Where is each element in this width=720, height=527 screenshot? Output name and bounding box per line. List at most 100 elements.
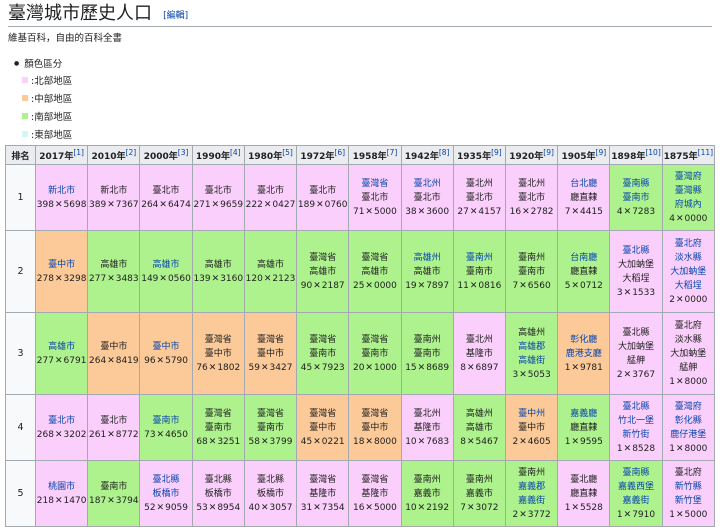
city-link[interactable]: 臺灣府 <box>675 400 702 414</box>
city-link[interactable]: 臺南縣 <box>623 177 650 191</box>
city-cell-content: 臺中市 278 ✕ 3298 <box>36 258 87 286</box>
city-link[interactable]: 新竹街 <box>623 428 650 442</box>
city-link[interactable]: 台北廳 <box>570 177 597 191</box>
reference-link[interactable]: [6] <box>334 148 345 157</box>
city-cell: 臺南縣 臺南市 4 ✕ 7283 <box>609 164 663 231</box>
reference-link[interactable]: [5] <box>282 148 293 157</box>
population-wan: 1 <box>616 509 623 520</box>
reference-link[interactable]: [10] <box>645 148 660 157</box>
reference-link[interactable]: [2] <box>126 148 137 157</box>
city-link[interactable]: 臺北府 <box>675 237 702 251</box>
city-link[interactable]: 桃園市 <box>48 480 75 494</box>
reference-link[interactable]: [9] <box>543 148 554 157</box>
city-link[interactable]: 臺南縣 <box>623 466 650 480</box>
city-link[interactable]: 臺南市 <box>623 191 650 205</box>
reference-link[interactable]: [9] <box>596 148 607 157</box>
city-link[interactable]: 新北市 <box>48 184 75 198</box>
city-link[interactable]: 臺南州 <box>466 251 493 265</box>
population-rest: 2782 <box>530 206 554 217</box>
city-link[interactable]: 嘉義西堡 <box>618 480 654 494</box>
city-name: 臺北市 <box>309 185 337 196</box>
city-link[interactable]: 臺中州 <box>518 407 545 421</box>
city-link[interactable]: 鹿仔港堡 <box>670 428 706 442</box>
city-link[interactable]: 大稻埕 <box>675 279 702 293</box>
city-link[interactable]: 大加蚋堡 <box>670 265 706 279</box>
city-name: 臺南市 <box>465 266 493 277</box>
city-name: 臺灣省 <box>256 408 284 419</box>
city-link[interactable]: 臺灣縣 <box>675 184 702 198</box>
population-rest: 3483 <box>115 273 139 284</box>
city-cell-content: 臺北市 261 ✕ 8772 <box>88 414 139 442</box>
reference-link[interactable]: [9] <box>491 148 502 157</box>
city-link[interactable]: 高雄市 <box>153 258 180 272</box>
reference-link[interactable]: [4] <box>230 148 241 157</box>
population-wan: 27 <box>457 206 469 217</box>
city-link[interactable]: 台南廳 <box>570 251 597 265</box>
reference-link[interactable]: [1] <box>73 148 84 157</box>
population-rest: 1470 <box>63 495 87 506</box>
column-header-year: 1990年[4] <box>191 145 245 165</box>
city-link[interactable]: 新竹縣 <box>675 480 702 494</box>
population-rest: 3772 <box>527 509 551 520</box>
edit-link[interactable]: [編輯] <box>163 11 188 21</box>
city-link[interactable]: 嘉義郡 <box>518 480 545 494</box>
reference-link[interactable]: [8] <box>439 148 450 157</box>
city-cell: 臺灣省 基隆市 31 ✕ 7354 <box>296 460 350 527</box>
city-link[interactable]: 臺灣府 <box>675 170 702 184</box>
city-link[interactable]: 臺中市 <box>153 340 180 354</box>
reference-link[interactable]: [3] <box>178 148 189 157</box>
reference-link[interactable]: [7] <box>387 148 398 157</box>
city-link[interactable]: 新竹堡 <box>675 494 702 508</box>
city-link[interactable]: 彰化廳 <box>570 333 597 347</box>
population-rest: 8954 <box>217 502 241 513</box>
city-link[interactable]: 臺北市 <box>48 414 75 428</box>
city-cell: 臺南州 嘉義市 10 ✕ 2192 <box>400 460 454 527</box>
population-rest: 4415 <box>579 206 603 217</box>
city-link[interactable]: 臺北縣 <box>153 473 180 487</box>
city-link[interactable]: 臺北縣 <box>623 244 650 258</box>
population-value: 27 ✕ 4157 <box>457 205 501 219</box>
city-link[interactable]: 彰化縣 <box>675 414 702 428</box>
city-link[interactable]: 高雄州 <box>414 251 441 265</box>
city-cell-content: 臺北州 臺北市 38 ✕ 3600 <box>402 177 453 219</box>
population-value: 58 ✕ 3799 <box>249 435 293 449</box>
city-cell: 臺灣省 臺中市 18 ✕ 8000 <box>348 394 402 461</box>
wan-separator-icon: ✕ <box>675 376 684 387</box>
population-rest: 4157 <box>478 206 502 217</box>
city-link[interactable]: 高雄市 <box>48 340 75 354</box>
city-cell-content: 臺灣省 基隆市 16 ✕ 5000 <box>349 473 400 515</box>
population-wan: 1 <box>669 376 675 387</box>
city-link[interactable]: 嘉義廳 <box>570 407 597 421</box>
population-wan: 1 <box>564 362 571 373</box>
wan-separator-icon: ✕ <box>623 509 632 520</box>
population-value: 222 ✕ 0427 <box>246 198 296 212</box>
city-cell-content: 臺北縣 大加蚋堡 艋舺 2 ✕ 3767 <box>610 326 661 382</box>
year-label: 1898年 <box>611 152 646 162</box>
population-value: 268 ✕ 3202 <box>37 428 87 442</box>
city-link[interactable]: 鹿港支廳 <box>566 347 602 361</box>
population-rest: 2187 <box>321 280 345 291</box>
year-label: 1905年 <box>561 152 596 162</box>
city-link[interactable]: 府城內 <box>675 198 702 212</box>
city-link[interactable]: 竹北一堡 <box>618 414 654 428</box>
city-link[interactable]: 臺南市 <box>153 414 180 428</box>
city-cell: 高雄州 高雄市 19 ✕ 7897 <box>400 230 454 313</box>
city-link[interactable]: 淡水縣 <box>675 251 702 265</box>
city-link[interactable]: 臺北州 <box>414 177 441 191</box>
population-rest: 6791 <box>63 355 87 366</box>
city-link[interactable]: 嘉義街 <box>623 494 650 508</box>
city-link[interactable]: 嘉義街 <box>518 494 545 508</box>
city-name: 大稻埕 <box>622 273 650 284</box>
city-link[interactable]: 高雄街 <box>518 354 545 368</box>
reference-link[interactable]: [11] <box>698 148 713 157</box>
city-link[interactable]: 臺灣省 <box>361 177 388 191</box>
legend-item: :中部地區 <box>14 89 72 107</box>
city-link[interactable]: 臺中市 <box>48 258 75 272</box>
wan-separator-icon: ✕ <box>469 280 478 291</box>
population-value: 264 ✕ 8419 <box>89 354 139 368</box>
city-link[interactable]: 高雄郡 <box>518 340 545 354</box>
city-link[interactable]: 臺北縣 <box>623 400 650 414</box>
population-wan: 222 <box>245 199 263 210</box>
city-name: 淡水縣 <box>674 334 702 345</box>
city-link[interactable]: 板橋市 <box>153 487 180 501</box>
